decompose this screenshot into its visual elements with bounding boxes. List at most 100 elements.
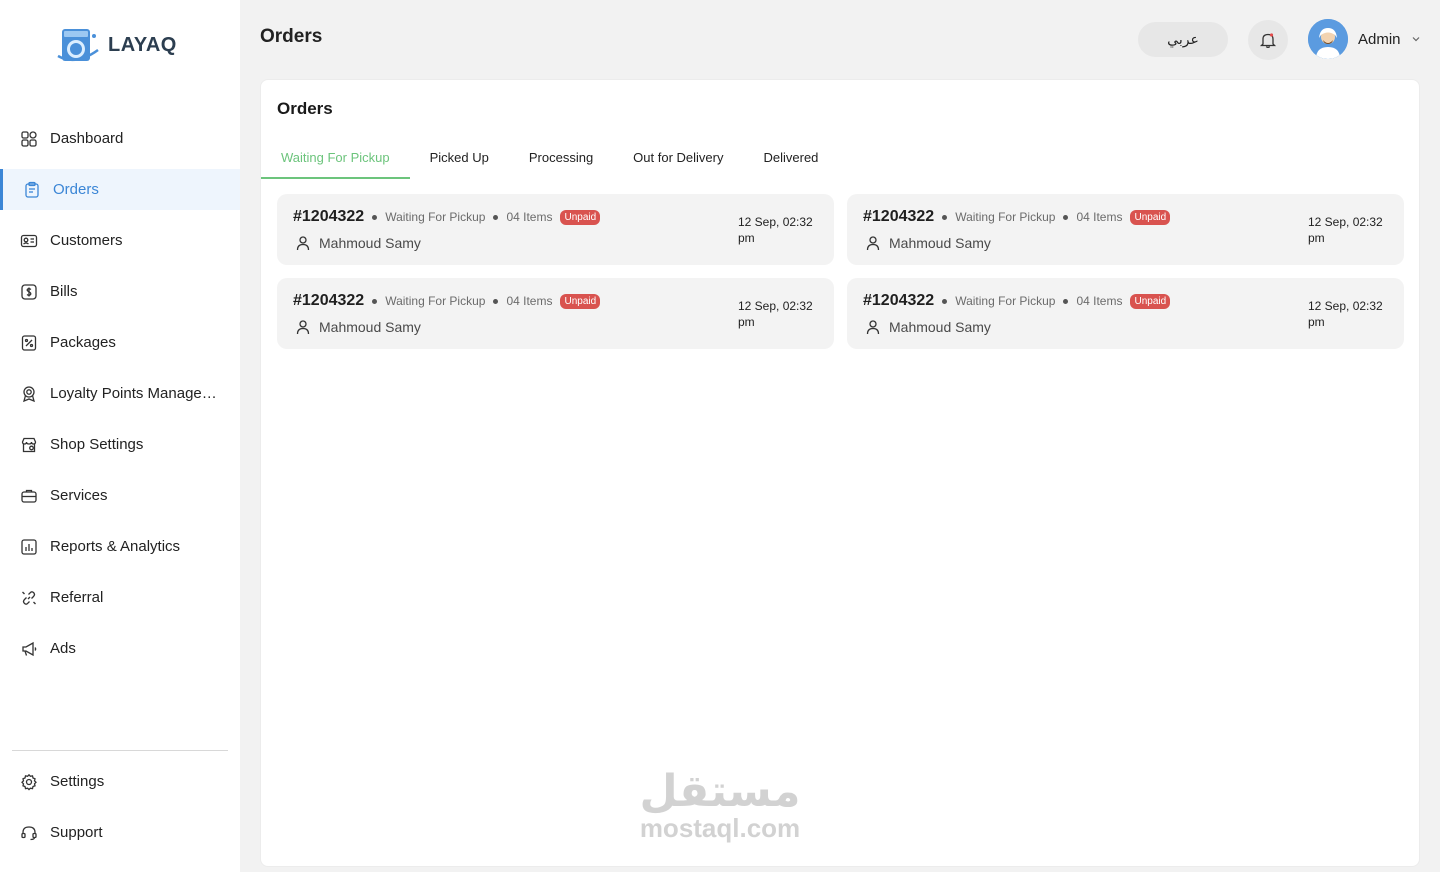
separator-dot xyxy=(493,298,499,304)
package-icon xyxy=(20,334,38,352)
order-status: Waiting For Pickup xyxy=(955,294,1056,308)
sidebar-item-dashboard[interactable]: Dashboard xyxy=(0,118,240,159)
sidebar-item-label: Settings xyxy=(50,773,105,790)
user-avatar-icon xyxy=(1308,19,1348,59)
sidebar-item-shop-settings[interactable]: Shop Settings xyxy=(0,424,240,465)
watermark: مستقل mostaql.com xyxy=(630,766,810,843)
order-card[interactable]: #1204322 Waiting For Pickup 04 Items Unp… xyxy=(847,194,1404,265)
chart-icon xyxy=(20,538,38,556)
order-item-count: 04 Items xyxy=(506,210,553,224)
separator-dot xyxy=(372,214,378,220)
tab-picked-up[interactable]: Picked Up xyxy=(410,140,509,179)
sidebar-item-label: Referral xyxy=(50,589,104,606)
payment-status-badge: Unpaid xyxy=(1130,293,1171,309)
tab-out-for-delivery[interactable]: Out for Delivery xyxy=(613,140,743,179)
separator-dot xyxy=(493,214,499,220)
order-card-header: #1204322 Waiting For Pickup 04 Items Unp… xyxy=(293,208,601,226)
user-menu[interactable]: Admin xyxy=(1308,19,1421,59)
order-card[interactable]: #1204322 Waiting For Pickup 04 Items Unp… xyxy=(277,194,834,265)
payment-status-badge: Unpaid xyxy=(560,293,601,309)
sidebar-item-reports-analytics[interactable]: Reports & Analytics xyxy=(0,526,240,567)
sidebar-item-label: Dashboard xyxy=(50,130,124,147)
sidebar-item-settings[interactable]: Settings xyxy=(0,761,240,802)
order-date: 12 Sep, 02:32 pm xyxy=(738,299,813,329)
order-number: #1204322 xyxy=(863,208,935,225)
separator-dot xyxy=(942,214,948,220)
sidebar-bottom-nav: Settings Support xyxy=(0,761,240,863)
gear-icon xyxy=(20,773,38,791)
order-customer: Mahmoud Samy xyxy=(295,235,421,251)
dollar-icon xyxy=(20,283,38,301)
language-toggle-button[interactable]: عربي xyxy=(1138,22,1228,57)
payment-status-badge: Unpaid xyxy=(1130,209,1171,225)
user-icon xyxy=(866,236,880,251)
order-date: 12 Sep, 02:32 pm xyxy=(1308,299,1383,329)
order-customer: Mahmoud Samy xyxy=(865,319,991,335)
shop-icon xyxy=(20,436,38,454)
avatar xyxy=(1308,19,1348,59)
separator-dot xyxy=(942,298,948,304)
sidebar-item-referral[interactable]: Referral xyxy=(0,577,240,618)
sidebar-item-support[interactable]: Support xyxy=(0,812,240,853)
order-item-count: 04 Items xyxy=(1076,294,1123,308)
logo[interactable]: LAYAQ xyxy=(56,26,177,64)
order-number: #1204322 xyxy=(863,292,935,309)
order-customer: Mahmoud Samy xyxy=(865,235,991,251)
sidebar-item-services[interactable]: Services xyxy=(0,475,240,516)
page-title: Orders xyxy=(260,26,323,47)
customer-name: Mahmoud Samy xyxy=(319,235,421,251)
order-status: Waiting For Pickup xyxy=(385,210,486,224)
tab-delivered[interactable]: Delivered xyxy=(743,140,838,179)
separator-dot xyxy=(1063,298,1069,304)
sidebar-divider xyxy=(12,750,228,751)
sidebar-item-orders[interactable]: Orders xyxy=(0,169,240,210)
sidebar-item-label: Customers xyxy=(50,232,123,249)
washing-machine-logo-icon xyxy=(57,29,99,62)
sidebar-nav: Dashboard Orders Customers Bills Package… xyxy=(0,118,240,679)
order-card[interactable]: #1204322 Waiting For Pickup 04 Items Unp… xyxy=(277,278,834,349)
sidebar-item-ads[interactable]: Ads xyxy=(0,628,240,669)
sidebar-item-label: Ads xyxy=(50,640,76,657)
sidebar-item-label: Packages xyxy=(50,334,116,351)
order-status: Waiting For Pickup xyxy=(385,294,486,308)
order-status-tabs: Waiting For Pickup Picked Up Processing … xyxy=(261,140,838,179)
order-date: 12 Sep, 02:32 pm xyxy=(1308,215,1383,245)
grid-icon xyxy=(20,130,38,148)
sidebar: LAYAQ Dashboard Orders Customers Bills P… xyxy=(0,0,240,872)
tab-waiting-for-pickup[interactable]: Waiting For Pickup xyxy=(261,140,410,179)
orders-panel: Orders Waiting For Pickup Picked Up Proc… xyxy=(260,79,1420,867)
id-card-icon xyxy=(20,232,38,250)
separator-dot xyxy=(1063,214,1069,220)
order-item-count: 04 Items xyxy=(1076,210,1123,224)
notifications-button[interactable] xyxy=(1248,20,1288,60)
order-card-grid: #1204322 Waiting For Pickup 04 Items Unp… xyxy=(277,194,1404,349)
link-icon xyxy=(20,589,38,607)
sidebar-item-label: Reports & Analytics xyxy=(50,538,181,555)
watermark-arabic: مستقل xyxy=(639,766,801,817)
sidebar-item-customers[interactable]: Customers xyxy=(0,220,240,261)
sidebar-item-packages[interactable]: Packages xyxy=(0,322,240,363)
sidebar-item-label: Orders xyxy=(53,181,99,198)
user-icon xyxy=(296,320,310,335)
megaphone-icon xyxy=(20,640,38,658)
sidebar-item-label: Shop Settings xyxy=(50,436,144,453)
customer-name: Mahmoud Samy xyxy=(889,235,991,251)
sidebar-item-loyalty-points[interactable]: Loyalty Points Manage… xyxy=(0,373,240,414)
separator-dot xyxy=(372,298,378,304)
logo-text: LAYAQ xyxy=(108,33,177,56)
order-card[interactable]: #1204322 Waiting For Pickup 04 Items Unp… xyxy=(847,278,1404,349)
panel-title: Orders xyxy=(277,99,333,118)
user-name: Admin xyxy=(1358,30,1401,48)
briefcase-icon xyxy=(20,487,38,505)
chevron-down-icon xyxy=(1412,37,1419,42)
payment-status-badge: Unpaid xyxy=(560,209,601,225)
sidebar-item-bills[interactable]: Bills xyxy=(0,271,240,312)
customer-name: Mahmoud Samy xyxy=(319,319,421,335)
customer-name: Mahmoud Samy xyxy=(889,319,991,335)
order-date: 12 Sep, 02:32 pm xyxy=(738,215,813,245)
order-item-count: 04 Items xyxy=(506,294,553,308)
tab-processing[interactable]: Processing xyxy=(509,140,613,179)
sidebar-item-label: Services xyxy=(50,487,108,504)
bell-icon xyxy=(1259,33,1277,49)
order-card-header: #1204322 Waiting For Pickup 04 Items Unp… xyxy=(293,292,601,310)
